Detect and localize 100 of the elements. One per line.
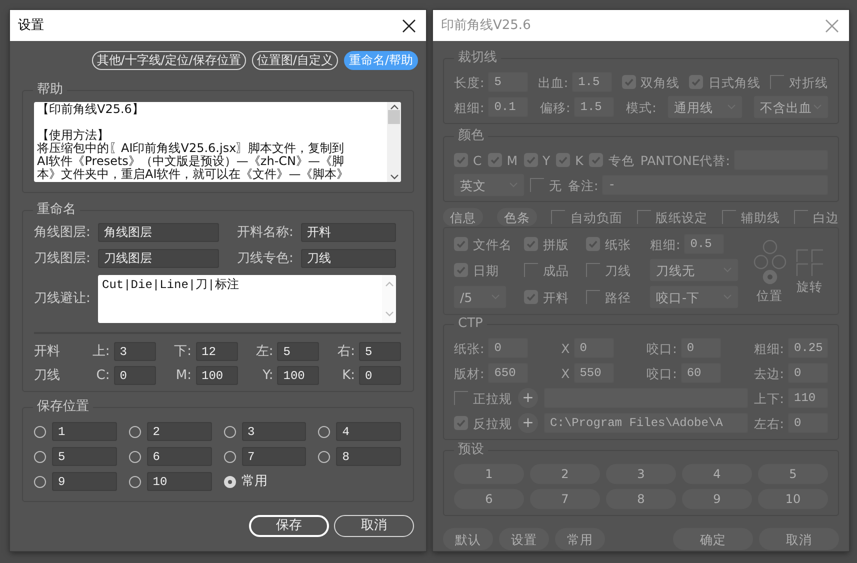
preset-button[interactable]: 6 (454, 489, 524, 509)
dialog-button[interactable]: 确定 (673, 528, 753, 550)
input-field[interactable]: 8 (336, 447, 401, 466)
input-field[interactable]: 5 (359, 342, 401, 361)
input-field[interactable]: 角线图层 (98, 223, 219, 242)
tab[interactable]: 位置图/自定义 (252, 51, 338, 70)
input-field[interactable]: 5 (52, 447, 117, 466)
checkbox[interactable] (454, 237, 468, 251)
dropdown[interactable]: 刀线无 (650, 259, 738, 281)
radio-button[interactable] (224, 476, 236, 488)
input-field[interactable]: 60 (680, 363, 721, 383)
preset-button[interactable]: 10 (758, 489, 828, 509)
checkbox-option[interactable]: 白边 (794, 210, 839, 224)
preset-button[interactable]: 8 (606, 489, 676, 509)
preset-button[interactable]: 2 (530, 464, 600, 484)
dialog-button[interactable]: 保存 (249, 515, 329, 537)
input-field[interactable]: 5 (277, 342, 320, 361)
input-field[interactable]: 5 (488, 72, 528, 92)
checkbox-option[interactable]: M (488, 152, 518, 168)
radio-button[interactable] (318, 450, 330, 462)
input-field[interactable]: C:\Program Files\Adobe\A (544, 413, 748, 433)
checkbox-option[interactable]: 拼版 (524, 236, 578, 252)
checkbox-option[interactable]: 开料 (524, 290, 578, 304)
preset-button[interactable]: 9 (682, 489, 752, 509)
checkbox[interactable] (586, 237, 600, 251)
checkbox[interactable] (622, 75, 636, 89)
scrollbar-thumb[interactable] (388, 110, 400, 124)
checkbox-option[interactable]: 对折线 (770, 74, 828, 90)
checkbox[interactable] (454, 416, 468, 430)
input-field[interactable]: 4 (336, 422, 401, 441)
checkbox[interactable] (586, 290, 600, 304)
input-field[interactable]: - (602, 175, 828, 195)
input-field[interactable]: 开料 (301, 223, 396, 242)
text-area[interactable]: 【印前角线V25.6】 【使用方法】 将压缩包中的〖AI印前角线V25.6.jsx〗脚本文件，复制到 AI软件《Presets》（中文版是预设）—《zh-CN》—《脚 本》文件夹中，重启AI软件，就可以在《文件》—《脚本》 (34, 102, 401, 182)
tab[interactable]: 其他/十字线/定位/保存位置 (92, 51, 246, 70)
input-field[interactable]: 100 (277, 366, 320, 385)
dropdown[interactable]: 英文 (454, 174, 524, 196)
toggle-button[interactable]: 信息 (443, 208, 483, 226)
input-field[interactable]: 0.5 (684, 234, 724, 254)
position-radio[interactable] (762, 269, 777, 284)
checkbox-option[interactable]: 路径 (586, 290, 642, 304)
checkbox-option[interactable]: 成品 (524, 262, 578, 278)
input-field[interactable]: 刀线图层 (98, 249, 219, 268)
input-field[interactable]: 650 (488, 363, 528, 383)
checkbox-option[interactable]: K (556, 152, 584, 168)
checkbox-option[interactable]: 刀线 (586, 262, 642, 278)
input-field[interactable]: 刀线 (301, 249, 396, 268)
checkbox[interactable] (454, 391, 468, 405)
checkbox-option[interactable]: 文件名 (454, 236, 516, 252)
preset-button[interactable]: 1 (454, 464, 524, 484)
dialog-button[interactable]: 默认 (443, 528, 493, 550)
input-field[interactable]: 1 (52, 422, 117, 441)
checkbox[interactable] (589, 153, 604, 167)
input-field[interactable]: 0.1 (488, 97, 528, 117)
input-field[interactable]: 1.5 (574, 97, 614, 117)
input-field[interactable]: 12 (196, 342, 238, 361)
checkbox-option[interactable]: 反拉规 (454, 416, 512, 430)
input-field[interactable]: 9 (52, 472, 117, 491)
radio-button[interactable] (128, 426, 141, 438)
tab[interactable]: 重命名/帮助 (344, 51, 418, 70)
scrollbar[interactable] (387, 102, 401, 182)
scrollbar[interactable] (382, 275, 396, 323)
radio-button[interactable] (34, 450, 46, 462)
checkbox[interactable] (722, 210, 736, 224)
checkbox-option[interactable]: 日期 (454, 262, 516, 278)
radio-button[interactable] (318, 426, 330, 438)
checkbox[interactable] (488, 153, 502, 167)
checkbox[interactable] (636, 210, 651, 224)
input-field[interactable]: 550 (574, 363, 614, 383)
input-field[interactable]: 3 (242, 422, 306, 441)
input-field[interactable]: 0 (488, 338, 528, 358)
dropdown[interactable]: 不含出血 (754, 96, 828, 118)
input-field[interactable]: 0 (788, 363, 828, 383)
checkbox-option[interactable]: 专色 (589, 152, 634, 168)
add-button[interactable]: + (518, 388, 538, 408)
preset-button[interactable]: 4 (682, 464, 752, 484)
input-field[interactable]: 2 (146, 422, 212, 441)
input-field[interactable]: 3 (114, 342, 156, 361)
checkbox-option[interactable]: 双角线 (622, 74, 680, 90)
checkbox[interactable] (794, 210, 808, 224)
checkbox[interactable] (524, 290, 538, 304)
radio-button[interactable] (128, 476, 141, 488)
checkbox[interactable] (454, 153, 468, 167)
input-field[interactable]: 110 (788, 388, 828, 408)
preset-button[interactable]: 3 (606, 464, 676, 484)
radio-button[interactable] (224, 450, 236, 462)
dropdown[interactable]: 通用线 (668, 96, 742, 118)
checkbox[interactable] (530, 178, 544, 192)
add-button[interactable]: + (518, 413, 538, 433)
dialog-button[interactable]: 取消 (334, 515, 414, 537)
preset-button[interactable]: 7 (530, 489, 600, 509)
position-radio[interactable] (753, 254, 768, 269)
input-field[interactable]: 0 (114, 366, 156, 385)
checkbox[interactable] (524, 263, 538, 277)
checkbox[interactable] (524, 237, 538, 251)
radio-button[interactable] (128, 450, 141, 462)
text-area[interactable]: Cut|Die|Line|刀|标注 (98, 275, 396, 323)
checkbox-option[interactable]: C (454, 152, 482, 168)
position-radio[interactable] (762, 240, 777, 254)
radio-button[interactable] (224, 426, 236, 438)
